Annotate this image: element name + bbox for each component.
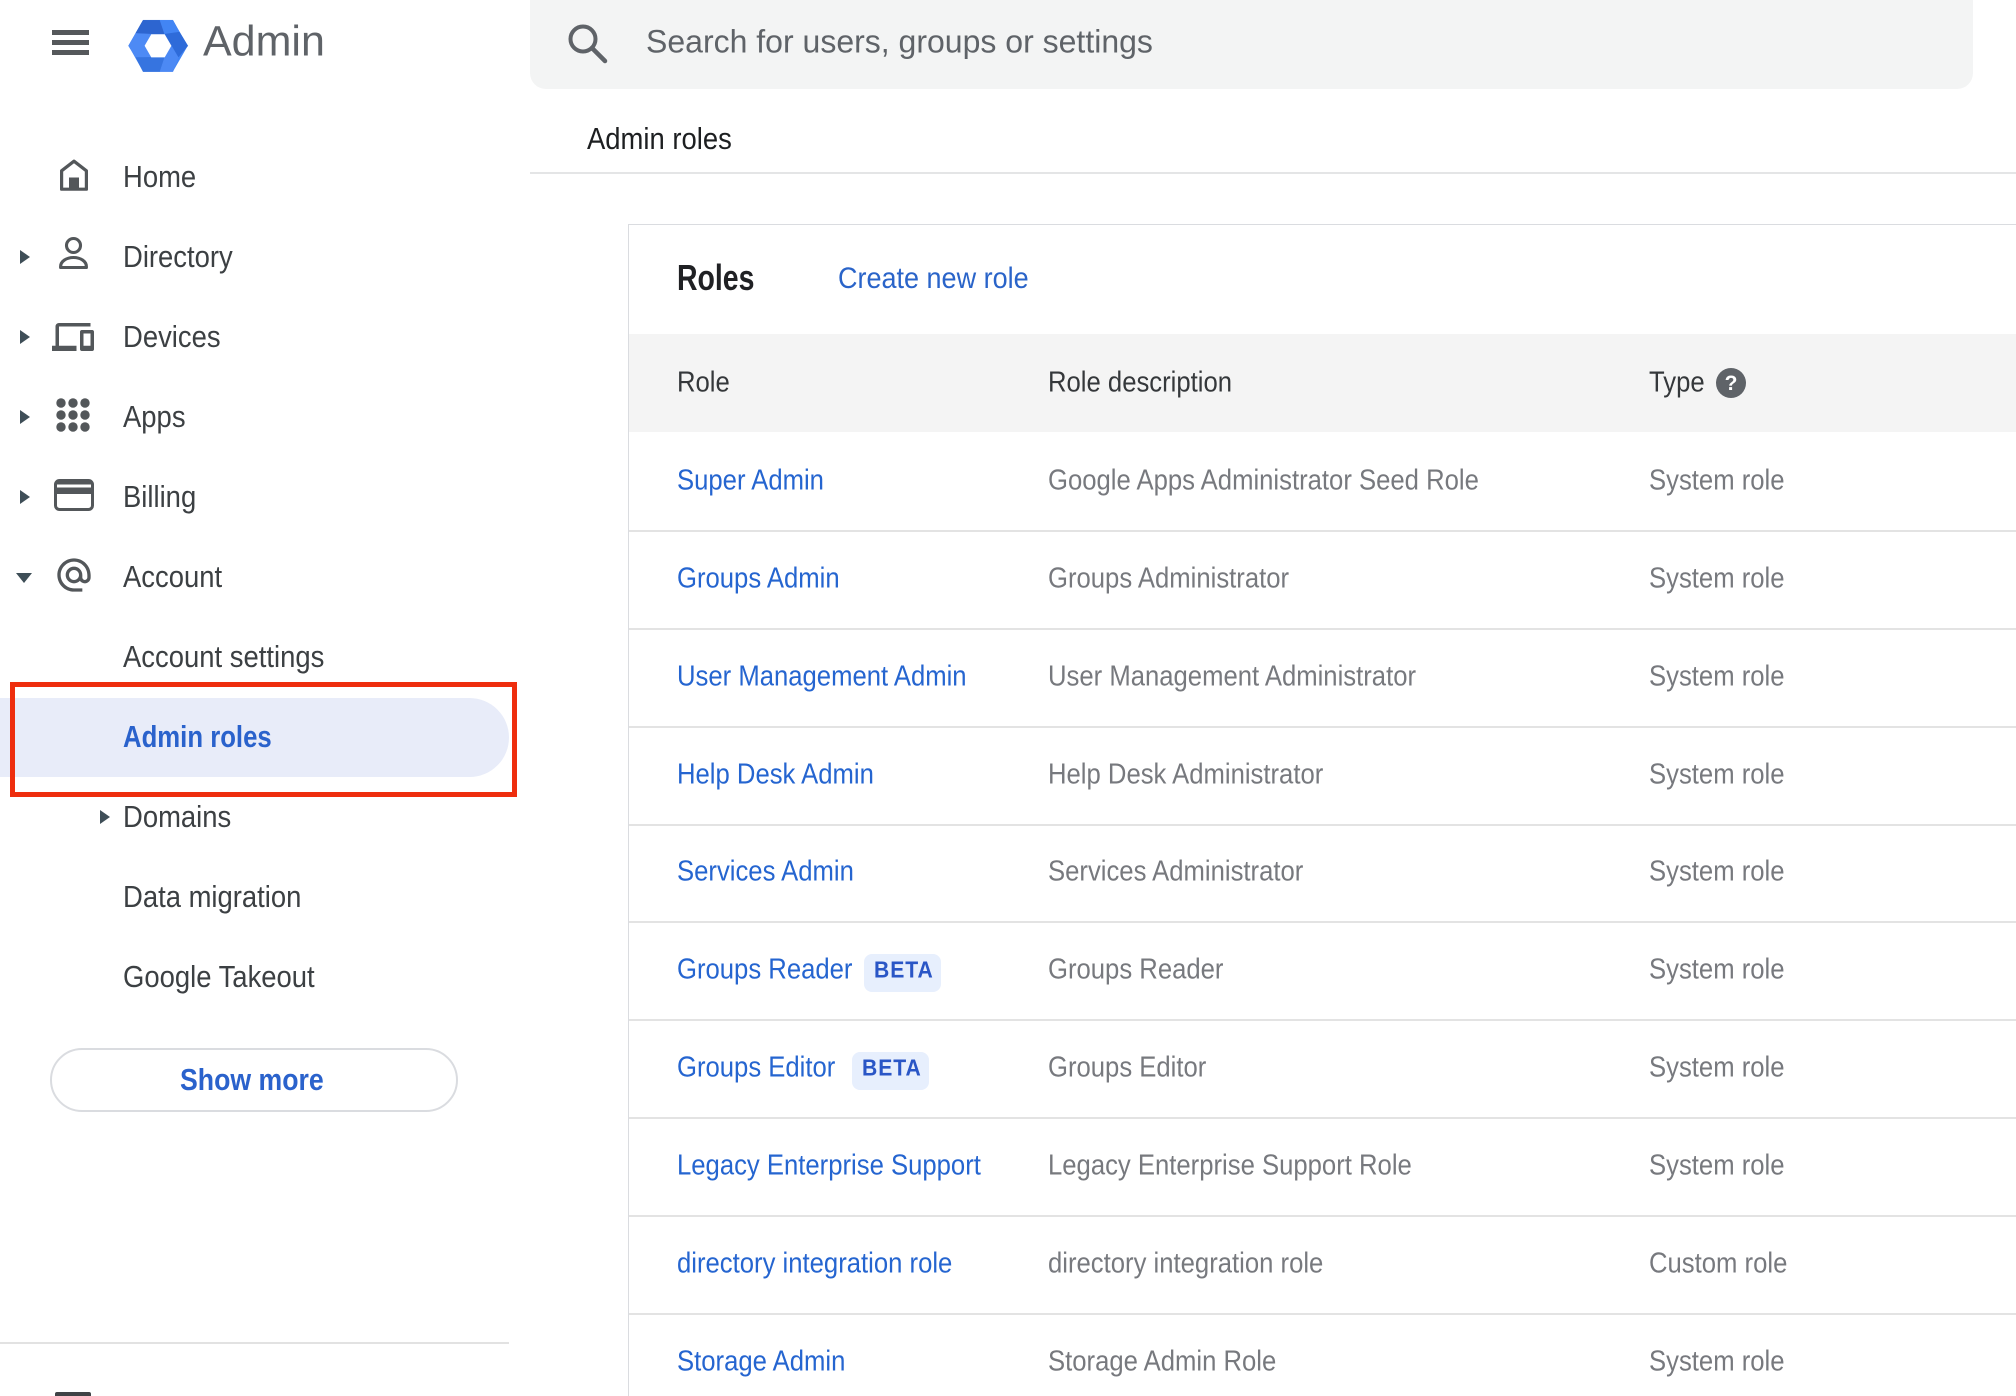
svg-text:?: ? bbox=[1725, 372, 1738, 395]
